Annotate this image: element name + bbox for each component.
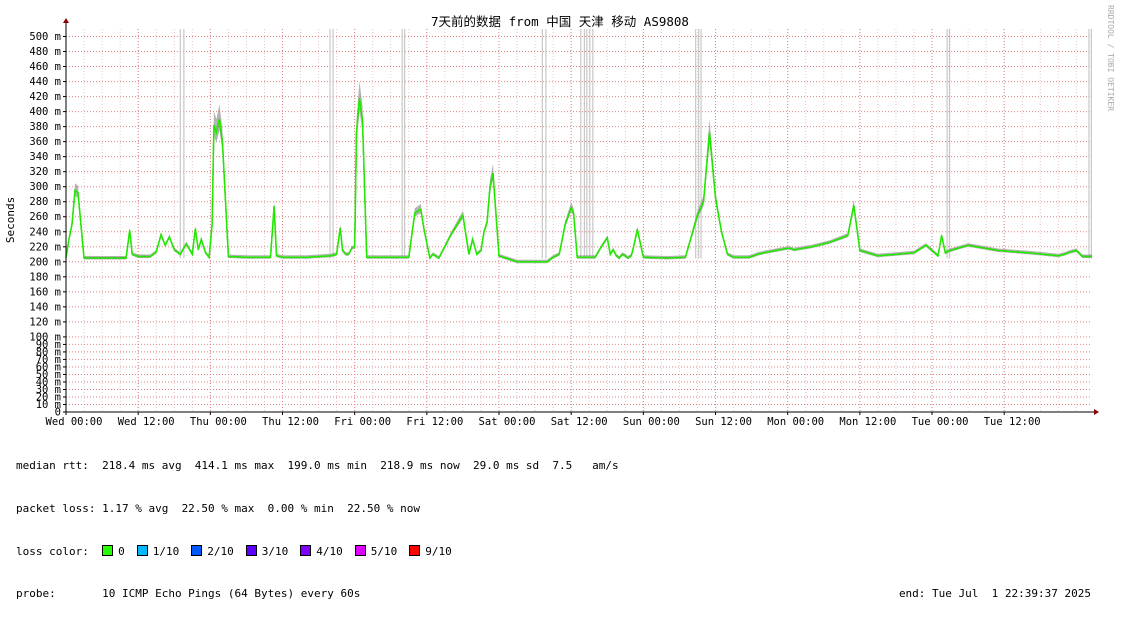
loss-color-swatch	[354, 544, 366, 556]
x-tick-label: Mon 00:00	[767, 416, 824, 428]
loss-color-label-text: 0	[118, 544, 125, 558]
loss-color-row: loss color: 0 1/10 2/10 3/10 4/10 5/10 9/10	[16, 544, 1106, 559]
loss-color-item: 0	[102, 544, 125, 558]
loss-color-swatch	[136, 544, 148, 556]
x-tick-label: Thu 00:00	[190, 416, 247, 428]
probe-text: probe: 10 ICMP Echo Pings (64 Bytes) eve…	[16, 587, 361, 601]
y-tick-label: 160 m	[29, 286, 61, 298]
loss-color-swatch	[191, 544, 203, 556]
loss-color-item: 4/10	[300, 544, 343, 558]
loss-color-swatch	[409, 544, 421, 556]
chart-title: 7天前的数据 from 中国 天津 移动 AS9808	[431, 14, 689, 29]
y-tick-label: 460 m	[29, 61, 61, 73]
x-tick-label: Mon 12:00	[839, 416, 896, 428]
x-tick-label: Sun 12:00	[695, 416, 752, 428]
loss-color-item: 3/10	[245, 544, 289, 558]
y-tick-label: 100 m	[29, 331, 61, 343]
loss-color-label-text: 1/10	[152, 544, 180, 558]
x-tick-label: Sat 00:00	[479, 416, 536, 428]
loss-color-swatch	[245, 544, 257, 556]
y-tick-label: 500 m	[29, 31, 61, 43]
loss-color-swatch	[102, 544, 114, 556]
rrdtool-watermark: RRDTOOL / TOBI OETIKER	[1106, 5, 1115, 111]
end-time: end: Tue Jul 1 22:39:37 2025	[898, 587, 1091, 601]
y-tick-label: 280 m	[29, 196, 61, 208]
loss-color-item: 1/10	[136, 544, 180, 558]
x-tick-label: Sun 00:00	[623, 416, 680, 428]
packet-loss-row: packet loss: 1.17 % avg 22.50 % max 0.00…	[16, 502, 1106, 516]
legend: median rtt: 218.4 ms avg 414.1 ms max 19…	[16, 431, 1106, 630]
y-tick-label: 200 m	[29, 256, 61, 268]
loss-color-item: 5/10	[354, 544, 398, 558]
x-tick-label: Tue 12:00	[984, 416, 1041, 428]
y-tick-label: 260 m	[29, 211, 61, 223]
y-axis-label: Seconds	[4, 197, 17, 243]
y-tick-label: 180 m	[29, 271, 61, 283]
y-tick-label: 240 m	[29, 226, 61, 238]
y-tick-label: 420 m	[29, 91, 61, 103]
y-tick-label: 440 m	[29, 76, 61, 88]
y-tick-label: 220 m	[29, 241, 61, 253]
x-tick-label: Tue 00:00	[912, 416, 969, 428]
y-tick-label: 480 m	[29, 46, 61, 58]
smoke-band	[66, 81, 1092, 264]
y-axis-arrow	[63, 18, 69, 23]
loss-color-label-text: 9/10	[425, 544, 452, 558]
x-tick-label: Wed 00:00	[46, 416, 103, 428]
y-tick-label: 360 m	[29, 136, 61, 148]
x-tick-label: Fri 12:00	[406, 416, 463, 428]
x-tick-labels: Wed 00:00 Wed 12:00 Thu 00:00 Thu 12:00 Fri …	[46, 412, 1041, 428]
smoke-area	[66, 81, 1092, 264]
y-tick-label: 380 m	[29, 121, 61, 133]
probe-row: probe: 10 ICMP Echo Pings (64 Bytes) eve…	[16, 587, 1106, 601]
median-series-line	[65, 97, 1092, 263]
y-tick-label: 120 m	[29, 316, 61, 328]
loss-spikes	[179, 29, 1092, 259]
median-rtt-text: median rtt: 218.4 ms avg 414.1 ms max 19…	[16, 459, 619, 473]
loss-color-label-text: 4/10	[316, 544, 343, 558]
y-tick-label: 140 m	[29, 301, 61, 313]
y-tick-label: 340 m	[29, 151, 61, 163]
loss-color-items: 0 1/10 2/10 3/10 4/10 5/10 9/10	[102, 544, 464, 558]
loss-color-label-text: 5/10	[370, 544, 398, 558]
latency-chart: 7天前的数据 from 中国 天津 移动 AS9808 Seconds RRDT…	[4, 5, 1115, 428]
median-rtt-row: median rtt: 218.4 ms avg 414.1 ms max 19…	[16, 459, 1106, 473]
x-tick-label: Thu 12:00	[262, 416, 319, 428]
loss-color-label-text: 2/10	[207, 544, 234, 558]
loss-color-label: loss color:	[16, 544, 89, 558]
loss-color-item: 2/10	[191, 544, 234, 558]
x-tick-label: Fri 00:00	[334, 416, 391, 428]
loss-color-swatch	[300, 544, 312, 556]
y-tick-label: 400 m	[29, 106, 61, 118]
median-series	[65, 97, 1092, 263]
y-tick-label: 300 m	[29, 181, 61, 193]
grid	[65, 29, 1092, 412]
x-tick-label: Wed 12:00	[118, 416, 175, 428]
y-tick-labels: 010 m20 m30 m40 m50 m60 m70 m80 m90 m100…	[29, 31, 66, 419]
x-tick-label: Sat 12:00	[551, 416, 608, 428]
loss-color-label-text: 3/10	[261, 544, 289, 558]
x-axis-arrow	[1094, 409, 1099, 415]
y-tick-label: 320 m	[29, 166, 61, 178]
loss-color-item: 9/10	[409, 544, 452, 558]
packet-loss-text: packet loss: 1.17 % avg 22.50 % max 0.00…	[16, 502, 420, 515]
smokeping-graph: 7天前的数据 from 中国 天津 移动 AS9808 Seconds RRDT…	[0, 0, 1121, 600]
